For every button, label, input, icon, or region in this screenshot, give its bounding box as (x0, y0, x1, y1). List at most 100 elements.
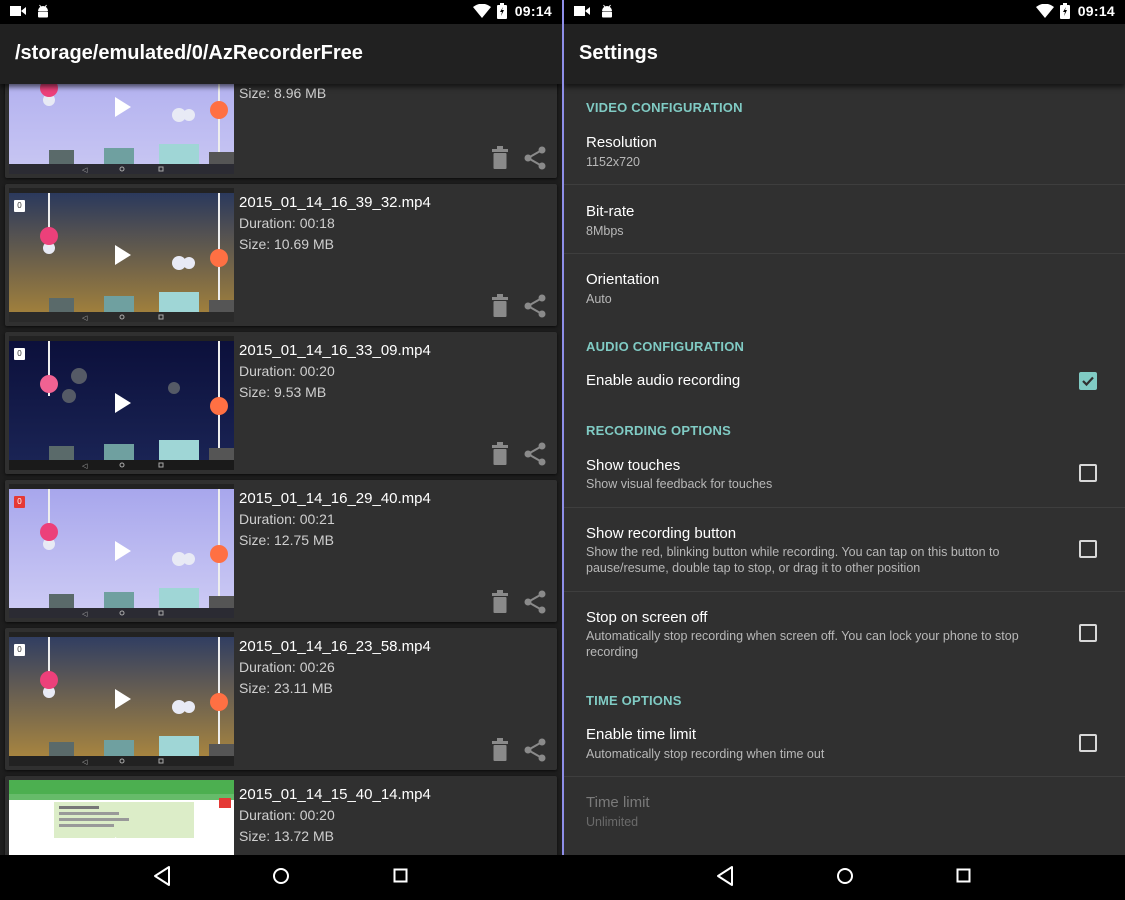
video-info: 2015_01_14_15_40_14.mp4 Duration: 00:20 … (239, 784, 431, 847)
pref-title: Bit-rate (586, 203, 635, 220)
video-card[interactable]: ◁ 0 2015_01_14_16_33_09.mp4 Duration: 00… (5, 332, 557, 474)
pref-show-touches[interactable]: Show touches Show visual feedback for to… (564, 444, 1125, 508)
video-card[interactable]: ◁ Size: 8.96 MB (5, 84, 557, 178)
video-info: 2015_01_14_16_29_40.mp4 Duration: 00:21 … (239, 488, 431, 551)
pref-summary: Automatically stop recording when time o… (586, 747, 825, 761)
status-bar: 09:14 (0, 0, 562, 24)
delete-icon[interactable] (491, 146, 509, 170)
video-duration: Duration: 00:21 (239, 511, 335, 527)
video-thumbnail[interactable]: ◁ 0 (9, 484, 234, 618)
video-filename: 2015_01_14_16_33_09.mp4 (239, 342, 431, 359)
pref-show-recording-button[interactable]: Show recording button Show the red, blin… (564, 508, 1125, 592)
back-icon[interactable] (152, 865, 172, 887)
share-icon[interactable] (523, 442, 547, 466)
video-duration: Duration: 00:26 (239, 659, 335, 675)
toolbar: /storage/emulated/0/AzRecorderFree (0, 24, 562, 84)
delete-icon[interactable] (491, 590, 509, 614)
touch-count-badge: 0 (14, 200, 25, 212)
pref-summary: Unlimited (586, 815, 639, 829)
video-info: 2015_01_14_16_33_09.mp4 Duration: 00:20 … (239, 340, 431, 403)
play-icon[interactable] (113, 688, 133, 710)
video-filename: 2015_01_14_16_39_32.mp4 (239, 194, 431, 211)
pref-title: Show recording button (586, 525, 737, 542)
status-bar: 09:14 (564, 0, 1125, 24)
video-thumbnail[interactable]: ◁ 0 (9, 188, 234, 322)
pref-orientation[interactable]: Orientation Auto (564, 254, 1125, 320)
stop-on-screen-off-checkbox[interactable] (1079, 624, 1097, 642)
pref-summary: Automatically stop recording when screen… (586, 629, 1019, 659)
pref-title: Show touches (586, 457, 681, 474)
svg-text:◁: ◁ (82, 758, 88, 766)
play-icon[interactable] (113, 836, 133, 855)
delete-icon[interactable] (491, 442, 509, 466)
pref-enable-audio[interactable]: Enable audio recording (564, 360, 1125, 404)
video-actions (491, 738, 547, 762)
toolbar: Settings (564, 24, 1125, 84)
play-icon[interactable] (113, 392, 133, 414)
video-info: Size: 8.96 MB (239, 84, 326, 104)
wifi-icon (1035, 4, 1054, 18)
pref-title: Resolution (586, 134, 657, 151)
status-time: 09:14 (514, 3, 552, 19)
video-filename: 2015_01_14_15_40_14.mp4 (239, 786, 431, 803)
delete-icon[interactable] (491, 738, 509, 762)
android-icon (602, 4, 612, 18)
time-limit-checkbox[interactable] (1079, 734, 1097, 752)
battery-icon (1059, 3, 1070, 19)
touch-count-badge: 0 (14, 348, 25, 360)
category-audio-configuration: AUDIO CONFIGURATION (586, 339, 745, 354)
audio-checkbox[interactable] (1079, 372, 1097, 390)
back-icon[interactable] (715, 865, 735, 887)
video-card[interactable]: ◁ 0 2015_01_14_16_39_32.mp4 Duration: 00… (5, 184, 557, 326)
video-thumbnail[interactable] (9, 780, 234, 855)
pref-title: Time limit (586, 794, 650, 811)
category-recording-options: RECORDING OPTIONS (586, 423, 731, 438)
show-touches-checkbox[interactable] (1079, 464, 1097, 482)
pref-stop-on-screen-off[interactable]: Stop on screen off Automatically stop re… (564, 592, 1125, 676)
video-list[interactable]: ◁ Size: 8.96 MB ◁ 0 2015_01_14_16_39_32.… (0, 84, 562, 855)
video-thumbnail[interactable]: ◁ 0 (9, 632, 234, 766)
touch-count-badge: 0 (14, 644, 25, 656)
pref-resolution[interactable]: Resolution 1152x720 (564, 122, 1125, 185)
home-icon[interactable] (271, 865, 291, 887)
video-actions (491, 146, 547, 170)
delete-icon[interactable] (491, 294, 509, 318)
pref-enable-time-limit[interactable]: Enable time limit Automatically stop rec… (564, 713, 1125, 777)
video-info: 2015_01_14_16_23_58.mp4 Duration: 00:26 … (239, 636, 431, 699)
video-actions (491, 294, 547, 318)
video-camera-icon (10, 6, 26, 16)
video-filename: 2015_01_14_16_23_58.mp4 (239, 638, 431, 655)
share-icon[interactable] (523, 738, 547, 762)
touch-count-badge: 0 (14, 496, 25, 508)
video-camera-icon (574, 6, 590, 16)
video-thumbnail[interactable]: ◁ 0 (9, 336, 234, 470)
play-icon[interactable] (113, 244, 133, 266)
video-card[interactable]: ◁ 0 2015_01_14_16_29_40.mp4 Duration: 00… (5, 480, 557, 622)
home-icon[interactable] (835, 865, 855, 887)
recents-icon[interactable] (955, 865, 973, 887)
video-thumbnail[interactable]: ◁ (9, 84, 234, 174)
share-icon[interactable] (523, 146, 547, 170)
pref-time-limit: Time limit Unlimited (564, 777, 1125, 847)
file-browser-panel: 09:14 /storage/emulated/0/AzRecorderFree (0, 0, 562, 900)
settings-list[interactable]: VIDEO CONFIGURATION Resolution 1152x720 … (564, 84, 1125, 855)
page-title: /storage/emulated/0/AzRecorderFree (15, 42, 363, 64)
video-filename: 2015_01_14_16_29_40.mp4 (239, 490, 431, 507)
video-size: Size: 8.96 MB (239, 85, 327, 101)
pref-summary: Auto (586, 292, 612, 306)
battery-icon (496, 3, 507, 19)
svg-text:◁: ◁ (82, 314, 88, 322)
pref-bitrate[interactable]: Bit-rate 8Mbps (564, 185, 1125, 254)
video-card[interactable]: 2015_01_14_15_40_14.mp4 Duration: 00:20 … (5, 776, 557, 855)
play-icon[interactable] (113, 540, 133, 562)
video-size: Size: 13.72 MB (239, 828, 334, 844)
show-recording-button-checkbox[interactable] (1079, 540, 1097, 558)
video-size: Size: 12.75 MB (239, 532, 334, 548)
share-icon[interactable] (523, 294, 547, 318)
play-icon[interactable] (113, 96, 133, 118)
video-size: Size: 9.53 MB (239, 384, 327, 400)
video-card[interactable]: ◁ 0 2015_01_14_16_23_58.mp4 Duration: 00… (5, 628, 557, 770)
recents-icon[interactable] (392, 865, 410, 887)
share-icon[interactable] (523, 590, 547, 614)
svg-text:◁: ◁ (82, 462, 88, 470)
